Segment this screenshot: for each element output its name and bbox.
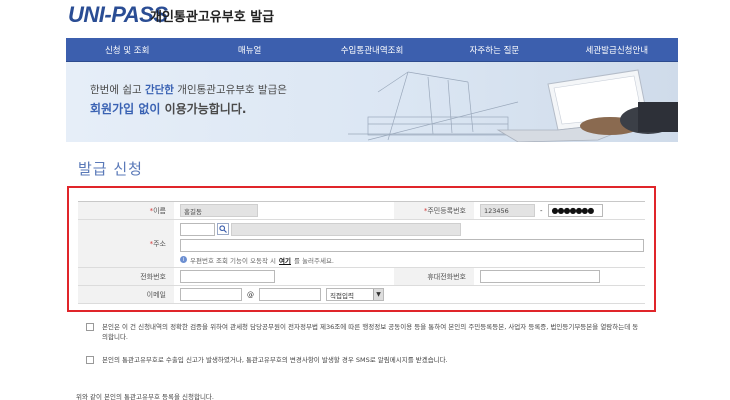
form-row-address: * 주소 i 우편번호 조회 기능이 오동작 시 여기 를 눌러주세요.: [78, 220, 645, 268]
nav-item-manual[interactable]: 매뉴얼: [188, 38, 310, 61]
rrn-front-field[interactable]: 123456: [480, 204, 535, 217]
address-main-field[interactable]: [231, 222, 461, 236]
rrn-dash: -: [540, 206, 543, 215]
main-nav: 신청 및 조회 매뉴얼 수입통관내역조회 자주하는 질문 세관발급신청안내: [66, 38, 678, 62]
info-icon: i: [180, 256, 187, 263]
rrn-back-field[interactable]: ●●●●●●●: [547, 204, 603, 217]
footnote: 위와 같이 본인의 통관고유부호 등록을 신청합니다.: [76, 393, 214, 400]
site-title: 개인통관고유부호 발급: [150, 10, 275, 25]
mobile-label: 휴대전화번호: [394, 268, 474, 285]
nav-item-import-history[interactable]: 수입통관내역조회: [311, 38, 433, 61]
email-domain-field[interactable]: [259, 288, 321, 301]
promo-banner: 한번에 쉽고 간단한 개인통관고유부호 발급은 회원가입 없이 이용가능합니다.: [66, 62, 678, 142]
chevron-down-icon: ▼: [373, 289, 383, 300]
email-label: 이메일: [78, 286, 174, 303]
site-header: UNI-PASS 개인통관고유부호 발급: [0, 0, 730, 38]
mobile-field[interactable]: [480, 270, 600, 283]
name-label: * 이름: [78, 202, 174, 219]
nav-item-faq[interactable]: 자주하는 질문: [433, 38, 555, 61]
nav-item-apply-inquiry[interactable]: 신청 및 조회: [66, 38, 188, 61]
agree-info-checkbox[interactable]: [86, 323, 94, 331]
zipcode-help-link[interactable]: 여기: [279, 255, 291, 265]
agree-info-text: 본인은 이 건 신청내역의 정확한 검증을 위하여 관세청 담당공무원이 전자정…: [102, 323, 639, 341]
nav-item-customs-guide[interactable]: 세관발급신청안내: [556, 38, 678, 61]
address-label: * 주소: [78, 220, 174, 267]
form-row-name-rrn: * 이름 홍길동 * 주민등록번호 123456 - ●●●●●●●: [78, 202, 645, 220]
address-detail-field[interactable]: [180, 238, 644, 252]
zipcode-hint: i 우편번호 조회 기능이 오동작 시 여기 를 눌러주세요.: [180, 255, 334, 265]
form-row-email: 이메일 @ 직접입력 ▼: [78, 286, 645, 304]
banner-line-1: 한번에 쉽고 간단한 개인통관고유부호 발급은: [90, 84, 287, 96]
email-at-sign: @: [247, 290, 254, 299]
zipcode-search-button[interactable]: [217, 223, 229, 235]
banner-line-2: 회원가입 없이 이용가능합니다.: [90, 102, 247, 116]
page-title: 발급 신청: [78, 160, 143, 178]
agreement-sms-check: 본인의 통관고유부호로 수출입 신고가 발생하였거나, 통관고유부호의 변경사항…: [86, 355, 642, 365]
email-domain-select[interactable]: 직접입력 ▼: [326, 288, 384, 301]
agree-sms-checkbox[interactable]: [86, 356, 94, 364]
agree-sms-text: 본인의 통관고유부호로 수출입 신고가 발생하였거나, 통관고유부호의 변경사항…: [102, 356, 448, 364]
application-form: *이름 홍길동 *주민등록번호 123456 - ●●●●●●● *주소: [78, 201, 645, 304]
form-row-phone: 전화번호 휴대전화번호: [78, 268, 645, 286]
search-icon: [219, 225, 227, 233]
phone-field[interactable]: [180, 270, 275, 283]
rrn-label: * 주민등록번호: [394, 202, 474, 219]
phone-label: 전화번호: [78, 268, 174, 285]
zipcode-field[interactable]: [180, 222, 215, 236]
email-id-field[interactable]: [180, 288, 242, 301]
agreement-info-check: 본인은 이 건 신청내역의 정확한 검증을 위하여 관세청 담당공무원이 전자정…: [86, 322, 642, 342]
name-field[interactable]: 홍길동: [180, 204, 258, 217]
port-laptop-illustration: [348, 69, 678, 142]
